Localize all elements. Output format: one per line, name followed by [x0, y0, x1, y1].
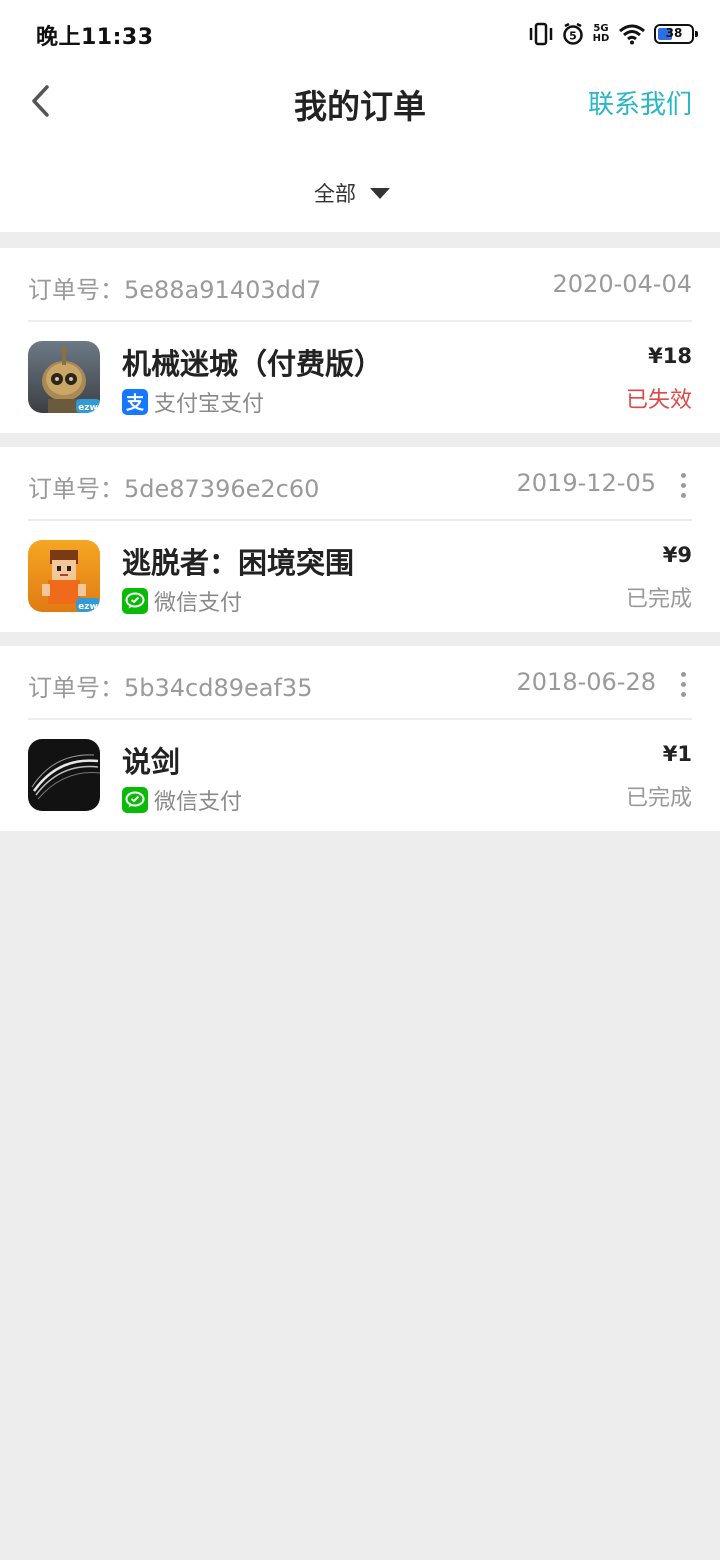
- filter-selected: 全部: [314, 182, 356, 206]
- more-options-button[interactable]: [674, 465, 692, 505]
- payment-label: 微信支付: [154, 591, 243, 616]
- order-body: ezw 逃脱者：困境突围 微信支付 ¥9 已完成: [28, 523, 692, 632]
- price: ¥18: [648, 344, 692, 368]
- status-bar: 晚上11:33 5 5G HD 38: [0, 0, 720, 66]
- shuojian-app-icon: [28, 739, 100, 811]
- svg-text:ezw: ezw: [78, 403, 98, 413]
- price: ¥9: [662, 543, 692, 567]
- more-vertical-icon: [680, 472, 686, 478]
- order-header: 订单号：5de87396e2c60 2019-12-05: [28, 447, 692, 521]
- filter-dropdown[interactable]: 全部: [314, 178, 390, 208]
- order-number: 订单号：5e88a91403dd7: [28, 276, 322, 304]
- payment-method: 支 支付宝支付: [122, 386, 264, 418]
- battery-icon: 38: [654, 24, 698, 44]
- order-date: 2020-04-04: [552, 270, 692, 298]
- filter-bar: 全部: [0, 156, 720, 232]
- wechat-pay-icon: [122, 787, 148, 813]
- order-body: ezw 机械迷城（付费版） 支 支付宝支付 ¥18 已失效: [28, 324, 692, 433]
- wechat-pay-icon: [122, 588, 148, 614]
- status-time: 晚上11:33: [36, 25, 154, 50]
- order-card[interactable]: 订单号：5e88a91403dd7 2020-04-04 ezw 机械迷城（付费…: [0, 248, 720, 433]
- wifi-icon: [618, 23, 646, 45]
- order-status: 已完成: [625, 786, 692, 811]
- order-date: 2019-12-05: [516, 469, 656, 497]
- app-name: 机械迷城（付费版）: [122, 347, 384, 381]
- payment-method: 微信支付: [122, 784, 242, 816]
- more-options-button[interactable]: [674, 664, 692, 704]
- caret-down-icon: [370, 187, 390, 199]
- payment-label: 支付宝支付: [154, 392, 265, 417]
- app-name: 说剑: [122, 745, 181, 779]
- machinarium-app-icon: ezw: [28, 341, 100, 413]
- more-vertical-icon: [680, 671, 686, 677]
- payment-label: 微信支付: [154, 790, 243, 815]
- order-body: 说剑 微信支付 ¥1 已完成: [28, 722, 692, 831]
- order-card[interactable]: 订单号：5de87396e2c60 2019-12-05 ezw 逃脱者：困境突…: [0, 447, 720, 632]
- order-status: 已完成: [625, 587, 692, 612]
- order-date: 2018-06-28: [516, 668, 656, 696]
- battery-level: 38: [665, 26, 683, 40]
- status-icons: 5 5G HD 38: [528, 20, 698, 48]
- vibrate-icon: [528, 22, 554, 46]
- alipay-icon: 支: [122, 389, 148, 415]
- svg-text:ezw: ezw: [78, 602, 98, 612]
- screen: 晚上11:33 5 5G HD 38 我的订单 联系我们 全部 订单号：5e88…: [0, 0, 720, 1560]
- svg-text:支: 支: [125, 392, 145, 414]
- order-number: 订单号：5de87396e2c60: [28, 475, 320, 503]
- payment-method: 微信支付: [122, 585, 242, 617]
- svg-text:5: 5: [569, 30, 577, 43]
- order-card[interactable]: 订单号：5b34cd89eaf35 2018-06-28 说剑 微信支付 ¥1 …: [0, 646, 720, 831]
- escapists-app-icon: ezw: [28, 540, 100, 612]
- order-number: 订单号：5b34cd89eaf35: [28, 674, 313, 702]
- app-name: 逃脱者：困境突围: [122, 546, 355, 580]
- alarm-icon: 5: [562, 22, 584, 46]
- header: 我的订单 联系我们: [0, 66, 720, 156]
- network-5g-icon: 5G HD: [592, 23, 610, 44]
- order-header: 订单号：5e88a91403dd7 2020-04-04: [28, 248, 692, 322]
- contact-us-link[interactable]: 联系我们: [588, 84, 692, 121]
- order-header: 订单号：5b34cd89eaf35 2018-06-28: [28, 646, 692, 720]
- order-status: 已失效: [625, 388, 692, 413]
- price: ¥1: [662, 742, 692, 766]
